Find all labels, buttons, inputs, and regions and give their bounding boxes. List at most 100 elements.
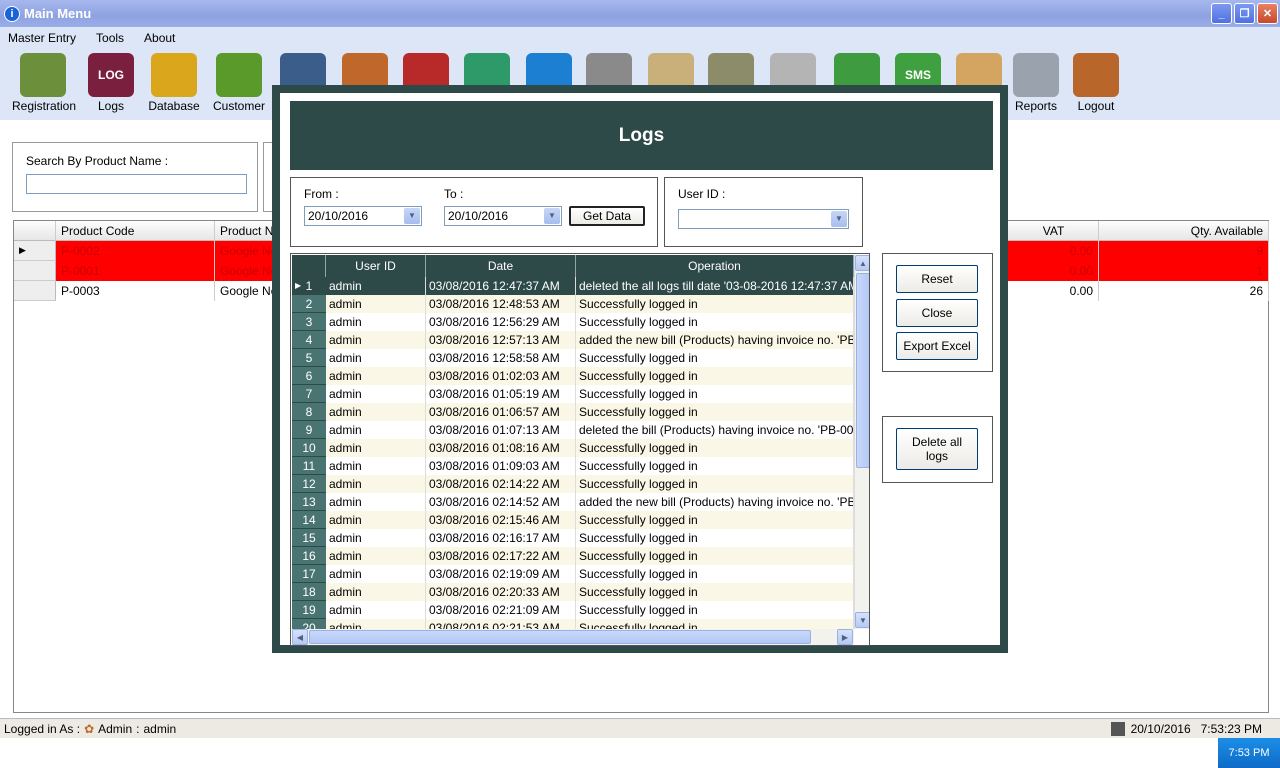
log-row-number[interactable]: 12	[292, 475, 326, 493]
from-date-picker[interactable]: 20/10/2016 ▼	[304, 206, 422, 226]
log-row[interactable]: 16 admin 03/08/2016 02:17:22 AM Successfull…	[292, 547, 854, 565]
horizontal-scroll-thumb[interactable]	[309, 630, 811, 644]
log-row-number[interactable]: 2	[292, 295, 326, 313]
col-product-name[interactable]: Product Na	[215, 221, 275, 241]
log-cell-user[interactable]: admin	[326, 439, 426, 457]
get-data-button[interactable]: Get Data	[569, 206, 645, 226]
log-row-number[interactable]: 4	[292, 331, 326, 349]
row-header[interactable]	[14, 281, 56, 301]
log-row[interactable]: 13 admin 03/08/2016 02:14:52 AM added the n…	[292, 493, 854, 511]
chevron-down-icon[interactable]: ▼	[404, 208, 420, 224]
menu-tools[interactable]: Tools	[96, 31, 124, 45]
log-row[interactable]: 7 admin 03/08/2016 01:05:19 AM Successfully…	[292, 385, 854, 403]
scroll-down-icon[interactable]: ▼	[855, 612, 869, 628]
log-cell-date[interactable]: 03/08/2016 12:47:37 AM	[426, 277, 576, 295]
log-cell-user[interactable]: admin	[326, 511, 426, 529]
log-cell-user[interactable]: admin	[326, 529, 426, 547]
log-cell-operation[interactable]: Successfully logged in	[576, 583, 854, 601]
log-cell-operation[interactable]: deleted the all logs till date '03-08-20…	[576, 277, 854, 295]
log-cell-operation[interactable]: Successfully logged in	[576, 547, 854, 565]
log-cell-date[interactable]: 03/08/2016 12:56:29 AM	[426, 313, 576, 331]
log-cell-date[interactable]: 03/08/2016 01:09:03 AM	[426, 457, 576, 475]
log-cell-operation[interactable]: Successfully logged in	[576, 439, 854, 457]
log-cell-date[interactable]: 03/08/2016 01:07:13 AM	[426, 421, 576, 439]
cell-qty[interactable]: 9	[1099, 241, 1269, 261]
log-cell-user[interactable]: admin	[326, 403, 426, 421]
scroll-left-icon[interactable]: ◀	[292, 629, 308, 645]
log-cell-operation[interactable]: Successfully logged in	[576, 565, 854, 583]
log-row-number[interactable]: 15	[292, 529, 326, 547]
log-cell-date[interactable]: 03/08/2016 02:21:09 AM	[426, 601, 576, 619]
col-product-code[interactable]: Product Code	[56, 221, 215, 241]
col-qty-available[interactable]: Qty. Available	[1099, 221, 1269, 241]
log-cell-date[interactable]: 03/08/2016 02:14:22 AM	[426, 475, 576, 493]
log-row-number[interactable]: 18	[292, 583, 326, 601]
log-cell-user[interactable]: admin	[326, 421, 426, 439]
log-row-number[interactable]: 11	[292, 457, 326, 475]
log-row-number[interactable]: 17	[292, 565, 326, 583]
log-row[interactable]: 2 admin 03/08/2016 12:48:53 AM Successfully…	[292, 295, 854, 313]
close-window-button[interactable]: ✕	[1257, 3, 1278, 24]
log-cell-user[interactable]: admin	[326, 295, 426, 313]
maximize-button[interactable]: ❐	[1234, 3, 1255, 24]
minimize-button[interactable]: _	[1211, 3, 1232, 24]
logs-horizontal-scrollbar[interactable]: ◀ ▶	[292, 629, 854, 645]
log-cell-date[interactable]: 03/08/2016 01:05:19 AM	[426, 385, 576, 403]
log-cell-operation[interactable]: Successfully logged in	[576, 349, 854, 367]
log-row[interactable]: 20 admin 03/08/2016 02:21:53 AM Successfull…	[292, 619, 854, 629]
log-cell-operation[interactable]: added the new bill (Products) having inv…	[576, 493, 854, 511]
log-cell-user[interactable]: admin	[326, 457, 426, 475]
close-button[interactable]: Close	[896, 299, 978, 327]
log-cell-date[interactable]: 03/08/2016 02:14:52 AM	[426, 493, 576, 511]
log-row[interactable]: 6 admin 03/08/2016 01:02:03 AM Successfully…	[292, 367, 854, 385]
log-row[interactable]: 11 admin 03/08/2016 01:09:03 AM Successfull…	[292, 457, 854, 475]
log-cell-operation[interactable]: Successfully logged in	[576, 457, 854, 475]
toolbar-button-17[interactable]: Logout	[1065, 53, 1127, 117]
log-cell-user[interactable]: admin	[326, 331, 426, 349]
log-cell-user[interactable]: admin	[326, 619, 426, 629]
menu-master-entry[interactable]: Master Entry	[8, 31, 76, 45]
log-row-number[interactable]: 6	[292, 367, 326, 385]
log-row[interactable]: 5 admin 03/08/2016 12:58:58 AM Successfully…	[292, 349, 854, 367]
log-row[interactable]: 4 admin 03/08/2016 12:57:13 AM added the ne…	[292, 331, 854, 349]
log-cell-user[interactable]: admin	[326, 565, 426, 583]
log-row-number[interactable]: 8	[292, 403, 326, 421]
log-cell-date[interactable]: 03/08/2016 12:57:13 AM	[426, 331, 576, 349]
log-cell-user[interactable]: admin	[326, 313, 426, 331]
cell-vat[interactable]: 0.00	[1009, 261, 1099, 281]
log-cell-operation[interactable]: added the new bill (Products) having inv…	[576, 331, 854, 349]
log-cell-operation[interactable]: Successfully logged in	[576, 601, 854, 619]
log-row[interactable]: 14 admin 03/08/2016 02:15:46 AM Successfull…	[292, 511, 854, 529]
log-cell-date[interactable]: 03/08/2016 02:19:09 AM	[426, 565, 576, 583]
cell-product-name[interactable]: Google Nex	[215, 261, 275, 281]
log-row[interactable]: 18 admin 03/08/2016 02:20:33 AM Successfull…	[292, 583, 854, 601]
search-input[interactable]	[26, 174, 247, 194]
chevron-down-icon[interactable]: ▼	[544, 208, 560, 224]
log-row-number[interactable]: 13	[292, 493, 326, 511]
delete-all-logs-button[interactable]: Delete all logs	[896, 428, 978, 470]
log-row[interactable]: ▶ 1 admin 03/08/2016 12:47:37 AM deleted the…	[292, 277, 854, 295]
log-cell-date[interactable]: 03/08/2016 02:20:33 AM	[426, 583, 576, 601]
toolbar-button-1[interactable]: LOG Logs	[80, 53, 142, 117]
scroll-up-icon[interactable]: ▲	[855, 255, 869, 271]
log-row[interactable]: 8 admin 03/08/2016 01:06:57 AM Successfully…	[292, 403, 854, 421]
log-row-number[interactable]: 16	[292, 547, 326, 565]
taskbar-clock[interactable]: 7:53 PM	[1218, 738, 1280, 768]
export-excel-button[interactable]: Export Excel	[896, 332, 978, 360]
vertical-scroll-thumb[interactable]	[856, 273, 869, 468]
cell-vat[interactable]: 0.00	[1009, 281, 1099, 301]
log-cell-date[interactable]: 03/08/2016 12:48:53 AM	[426, 295, 576, 313]
cell-product-code[interactable]: P-0003	[56, 281, 215, 301]
log-row-number[interactable]: 20	[292, 619, 326, 629]
log-cell-operation[interactable]: Successfully logged in	[576, 529, 854, 547]
log-cell-date[interactable]: 03/08/2016 02:17:22 AM	[426, 547, 576, 565]
toolbar-button-2[interactable]: Database	[143, 53, 205, 117]
toolbar-button-3[interactable]: Customer	[208, 53, 270, 117]
log-cell-date[interactable]: 03/08/2016 01:02:03 AM	[426, 367, 576, 385]
log-row-number[interactable]: 14	[292, 511, 326, 529]
log-row-number[interactable]: 3	[292, 313, 326, 331]
cell-qty[interactable]: 1	[1099, 261, 1269, 281]
to-date-picker[interactable]: 20/10/2016 ▼	[444, 206, 562, 226]
user-id-select[interactable]: ▼	[678, 209, 849, 229]
log-cell-user[interactable]: admin	[326, 349, 426, 367]
